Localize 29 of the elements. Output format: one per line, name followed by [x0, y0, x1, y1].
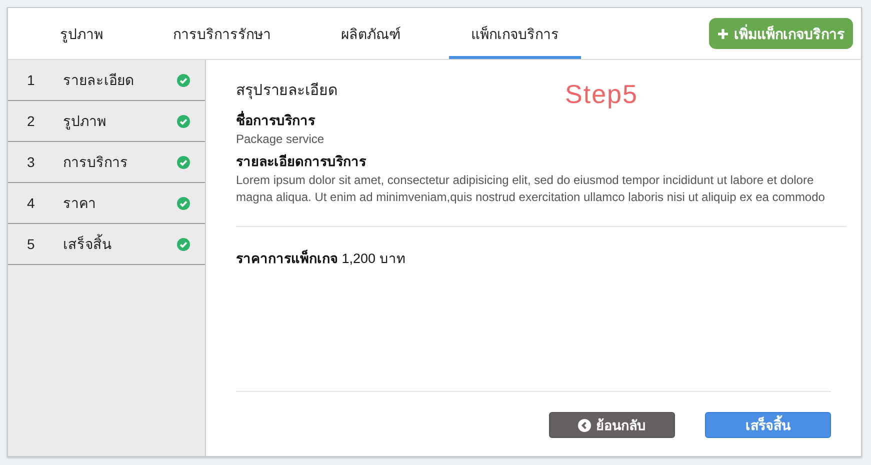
step-label: การบริการ: [63, 153, 129, 172]
nav-tab[interactable]: แพ็กเกจบริการ: [449, 8, 581, 59]
step-number: 4: [27, 195, 36, 211]
plus-icon: [717, 28, 729, 40]
back-button[interactable]: ย้อนกลับ: [549, 412, 675, 438]
price-value: 1,200 บาท: [342, 251, 406, 266]
step-item[interactable]: 5 เสร็จสิ้น: [8, 224, 205, 265]
step-label: เสร็จสิ้น: [63, 233, 113, 254]
step-item[interactable]: 4 ราคา: [8, 183, 205, 224]
field-value: Lorem ipsum dolor sit amet, consectetur adipisicing elit, sed do eiusmod tempor incididunt ut labore et dolore magna aliqua. Ut enim ad minimveniam,quis nostrud exercitation ullamco laboris nisi ut aliquip ex ea commodo: [236, 172, 826, 206]
step-number: 3: [27, 154, 36, 170]
step-number: 5: [27, 236, 36, 252]
step-annotation: Step5: [565, 81, 638, 107]
step-number: 2: [27, 113, 36, 129]
price-label: ราคาการแพ็กเกจ: [236, 251, 338, 266]
nav-tab[interactable]: ผลิตภัณฑ์: [319, 8, 423, 59]
field-label: รายละเอียดการบริการ: [236, 153, 368, 171]
summary-title: สรุปรายละเอียด: [236, 81, 338, 102]
field-value: Package service: [236, 131, 326, 148]
step-label: รายละเอียด: [63, 71, 135, 90]
step-label: รูปภาพ: [63, 112, 107, 132]
step-label: ราคา: [63, 194, 97, 213]
step-item[interactable]: 1 รายละเอียด: [8, 60, 205, 101]
step-item[interactable]: 2 รูปภาพ: [8, 101, 205, 142]
field-label: ชื่อการบริการ: [236, 109, 847, 131]
step-item[interactable]: 3 การบริการ: [8, 142, 205, 183]
nav-tab[interactable]: การบริการรักษา: [151, 8, 293, 59]
step-number: 1: [27, 72, 36, 88]
nav-tab[interactable]: รูปภาพ: [38, 8, 125, 59]
